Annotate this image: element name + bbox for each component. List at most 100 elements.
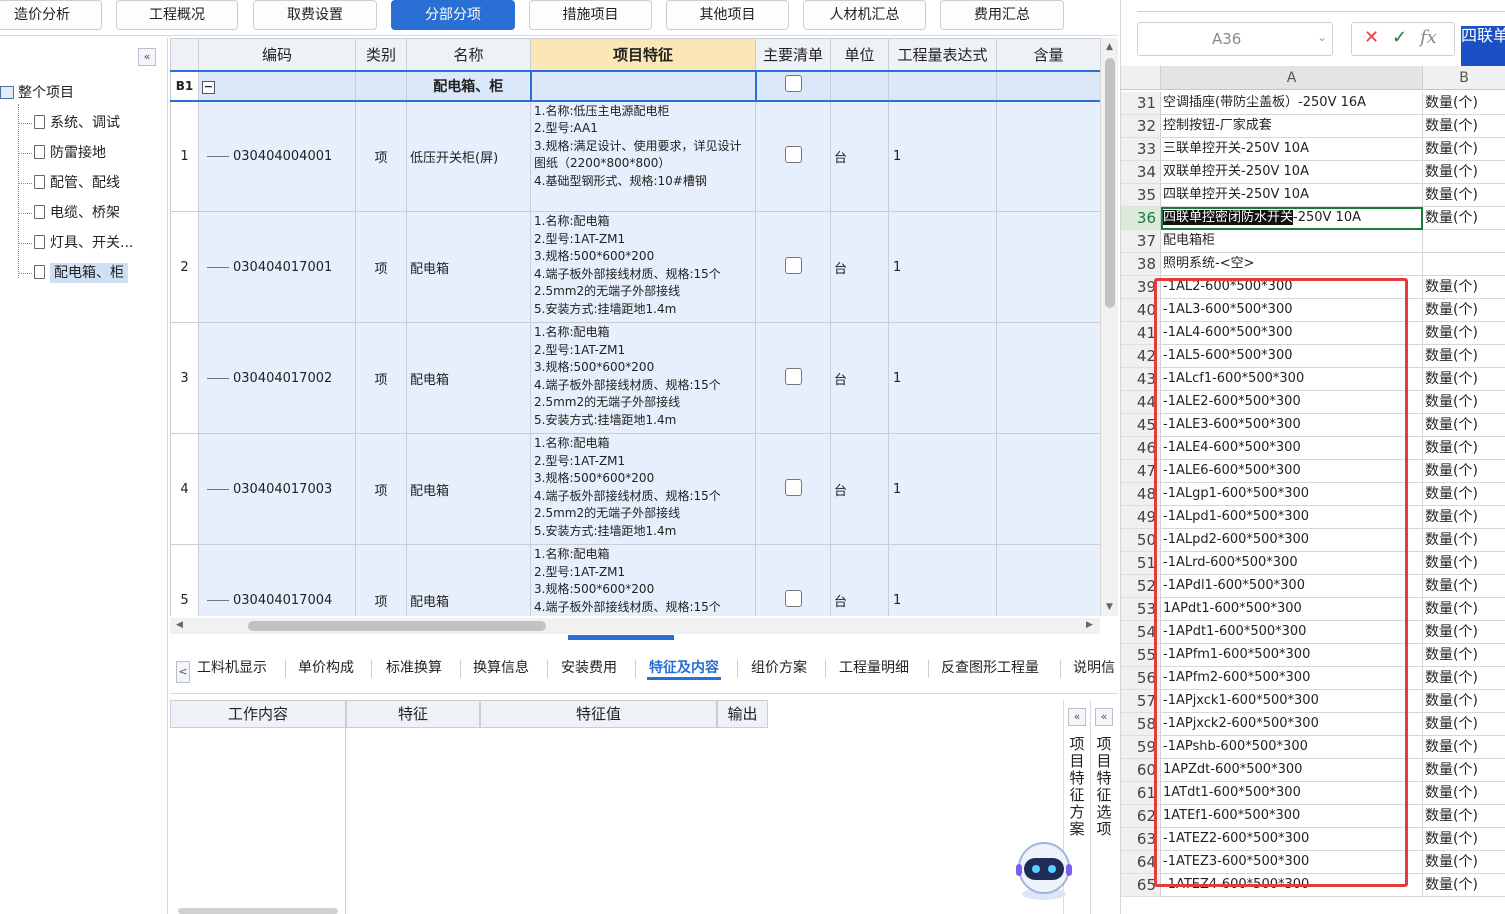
item-content[interactable] [996, 100, 1100, 212]
row-header[interactable]: 34 [1121, 161, 1161, 184]
cell-b[interactable]: 数量(个) [1423, 621, 1505, 644]
row-header[interactable]: 46 [1121, 437, 1161, 460]
row-header[interactable]: 62 [1121, 805, 1161, 828]
item-unit[interactable]: 台 [830, 100, 889, 212]
formula-bar-input[interactable]: 四联单开关 [1461, 26, 1505, 68]
cell-a[interactable]: -1ALrd-600*500*300 [1161, 552, 1423, 575]
cell-a[interactable]: 配电箱柜 [1161, 230, 1423, 253]
row-header[interactable]: 32 [1121, 115, 1161, 138]
cell-a[interactable]: -1APjxck1-600*500*300 [1161, 690, 1423, 713]
cell-a[interactable]: -1ATEZ3-600*500*300 [1161, 851, 1423, 874]
row-header[interactable]: 63 [1121, 828, 1161, 851]
row-header[interactable]: 31 [1121, 92, 1161, 115]
code-cell[interactable]: 030404004001 [198, 100, 356, 212]
spreadsheet-row[interactable]: 41 -1AL4-600*500*300 数量(个) [1121, 322, 1505, 345]
tree-item-lightning-protection[interactable]: 防雷接地 [18, 141, 106, 165]
cell-b[interactable]: 数量(个) [1423, 667, 1505, 690]
col-header-name[interactable]: 名称 [406, 38, 531, 71]
cell-b[interactable]: 数量(个) [1423, 345, 1505, 368]
col-header-feature-value[interactable]: 特征值 [480, 700, 717, 728]
expand-panel-button[interactable]: « [1068, 708, 1086, 726]
spreadsheet-row[interactable]: 32 控制按钮-厂家成套 数量(个) [1121, 115, 1505, 138]
code-cell[interactable]: 030404017002 [198, 322, 356, 434]
cell-a[interactable]: 控制按钮-厂家成套 [1161, 115, 1423, 138]
item-name[interactable]: 配电箱 [406, 433, 531, 545]
spreadsheet-row[interactable]: 47 -1ALE6-600*500*300 数量(个) [1121, 460, 1505, 483]
row-header[interactable]: 39 [1121, 276, 1161, 299]
cell-b[interactable]: 数量(个) [1423, 759, 1505, 782]
item-type[interactable]: 项 [355, 544, 407, 616]
item-qty-expr[interactable]: 1 [888, 211, 997, 323]
cell-a[interactable]: -1ALE4-600*500*300 [1161, 437, 1423, 460]
item-features[interactable]: 1.名称:配电箱 2.型号:1AT-ZM1 3.规格:500*600*200 4.端子… [530, 544, 756, 616]
spreadsheet-row[interactable]: 51 -1ALrd-600*500*300 数量(个) [1121, 552, 1505, 575]
spreadsheet-row[interactable]: 54 -1APdt1-600*500*300 数量(个) [1121, 621, 1505, 644]
spreadsheet-row[interactable]: 38 照明系统-<空> [1121, 253, 1505, 276]
item-qty-expr[interactable]: 1 [888, 100, 997, 212]
main-list-cell[interactable] [755, 211, 831, 323]
spreadsheet-row[interactable]: 62 1ATEf1-600*500*300 数量(个) [1121, 805, 1505, 828]
cell-b[interactable]: 数量(个) [1423, 782, 1505, 805]
tab-cost-analysis[interactable]: 造价分析 [0, 0, 102, 30]
scroll-left-icon[interactable]: ◀ [176, 620, 183, 630]
spreadsheet-row[interactable]: 33 三联单控开关-250V 10A 数量(个) [1121, 138, 1505, 161]
cell-b[interactable]: 数量(个) [1423, 598, 1505, 621]
col-header-work-content[interactable]: 工作内容 [170, 700, 346, 728]
table-row[interactable]: 1 030404004001 项低压开关柜(屏) 1.名称:低压主电源配电柜 2.型号:… [170, 100, 1100, 212]
row-header[interactable]: 50 [1121, 529, 1161, 552]
spreadsheet-row[interactable]: 59 -1APshb-600*500*300 数量(个) [1121, 736, 1505, 759]
spreadsheet-row[interactable]: 58 -1APjxck2-600*500*300 数量(个) [1121, 713, 1505, 736]
work-content-list[interactable] [170, 728, 346, 914]
work-content-scrollbar[interactable] [178, 908, 338, 914]
cell-a[interactable]: 1APZdt-600*500*300 [1161, 759, 1423, 782]
minus-icon[interactable]: − [202, 80, 215, 94]
row-header[interactable]: 40 [1121, 299, 1161, 322]
scroll-down-icon[interactable]: ▼ [1106, 602, 1113, 612]
spreadsheet-row[interactable]: 65 -1ATEZ4-600*500*300 数量(个) [1121, 874, 1505, 897]
row-header[interactable]: 47 [1121, 460, 1161, 483]
spreadsheet-row[interactable]: 57 -1APjxck1-600*500*300 数量(个) [1121, 690, 1505, 713]
cell-a[interactable]: -1AL5-600*500*300 [1161, 345, 1423, 368]
row-header[interactable]: 33 [1121, 138, 1161, 161]
main-list-cell[interactable] [755, 100, 831, 212]
main-list-checkbox[interactable] [784, 367, 802, 385]
row-header[interactable]: 42 [1121, 345, 1161, 368]
spreadsheet-row[interactable]: 31 空调插座(带防尘盖板）-250V 16A 数量(个) [1121, 92, 1505, 115]
scroll-thumb[interactable] [1105, 58, 1115, 308]
cell-a[interactable]: -1ALE2-600*500*300 [1161, 391, 1423, 414]
row-header[interactable]: 65 [1121, 874, 1161, 897]
item-content[interactable] [996, 322, 1100, 434]
cell-b[interactable]: 数量(个) [1423, 552, 1505, 575]
tab-labor-material[interactable]: 人材机汇总 [803, 0, 926, 30]
col-header-type[interactable]: 类别 [355, 38, 407, 71]
col-header-features[interactable]: 项目特征 [530, 38, 756, 71]
item-features[interactable]: 1.名称:配电箱 2.型号:1AT-ZM1 3.规格:500*600*200 4.端子… [530, 211, 756, 323]
cell-b[interactable]: 数量(个) [1423, 437, 1505, 460]
cell-b[interactable]: 数量(个) [1423, 299, 1505, 322]
cell-b[interactable]: 数量(个) [1423, 115, 1505, 138]
subtab-conversion-info[interactable]: 换算信息 [471, 656, 531, 680]
item-name[interactable]: 配电箱 [406, 322, 531, 434]
expand-panel-button[interactable]: « [1095, 708, 1113, 726]
row-header[interactable]: 49 [1121, 506, 1161, 529]
item-qty-expr[interactable]: 1 [888, 544, 997, 616]
tree-item-system-debug[interactable]: 系统、调试 [18, 111, 120, 135]
tab-measures[interactable]: 措施项目 [529, 0, 652, 30]
tree-item-conduit-wiring[interactable]: 配管、配线 [18, 171, 120, 195]
section-collapse-cell[interactable]: − [198, 69, 356, 102]
subtab-install-fee[interactable]: 安装费用 [559, 656, 619, 680]
spreadsheet-row[interactable]: 50 -1ALpd2-600*500*300 数量(个) [1121, 529, 1505, 552]
collapse-tree-button[interactable]: « [138, 48, 156, 66]
col-header-main-list[interactable]: 主要清单 [755, 38, 831, 71]
cell-a[interactable]: -1APfm1-600*500*300 [1161, 644, 1423, 667]
cell-a[interactable]: 1ATEf1-600*500*300 [1161, 805, 1423, 828]
cell-a[interactable]: -1ALgp1-600*500*300 [1161, 483, 1423, 506]
item-unit[interactable]: 台 [830, 544, 889, 616]
row-header[interactable]: 41 [1121, 322, 1161, 345]
cell-a[interactable]: -1APjxck2-600*500*300 [1161, 713, 1423, 736]
cell-b[interactable]: 数量(个) [1423, 138, 1505, 161]
cell-a[interactable]: 双联单控开关-250V 10A [1161, 161, 1423, 184]
tab-fee-settings[interactable]: 取费设置 [253, 0, 377, 30]
cell-b[interactable]: 数量(个) [1423, 276, 1505, 299]
section-features-cell[interactable] [529, 69, 757, 102]
